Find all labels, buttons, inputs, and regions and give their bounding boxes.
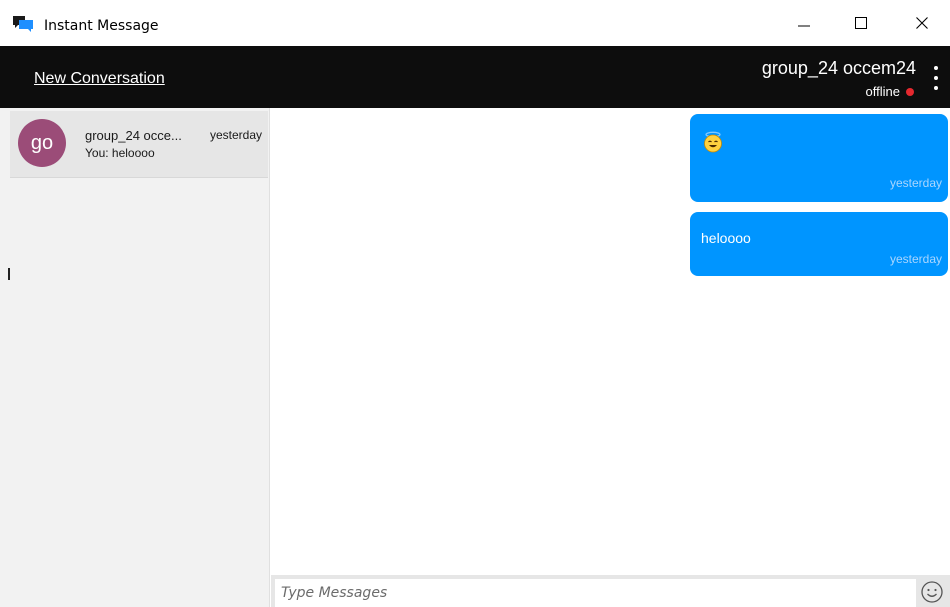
window-title: Instant Message bbox=[44, 18, 159, 34]
close-icon bbox=[916, 17, 928, 29]
contact-name: group_24 occem24 bbox=[761, 58, 916, 78]
close-button[interactable] bbox=[899, 0, 945, 46]
avatar: go bbox=[18, 119, 66, 167]
app-header: New Conversation group_24 occem24 offlin… bbox=[0, 46, 950, 108]
resize-handle[interactable] bbox=[8, 268, 10, 280]
minimize-button[interactable] bbox=[781, 0, 827, 46]
message-time: yesterday bbox=[889, 176, 942, 190]
emoji-button[interactable] bbox=[920, 580, 944, 604]
message-time: yesterday bbox=[889, 252, 942, 266]
message-bubble: yesterday bbox=[690, 114, 948, 202]
smiley-icon bbox=[921, 581, 943, 603]
status-dot bbox=[906, 87, 914, 96]
conversation-time: yesterday bbox=[209, 128, 262, 142]
conversation-item[interactable]: go group_24 occe... yesterday You: heloo… bbox=[10, 111, 268, 178]
maximize-button[interactable] bbox=[838, 0, 884, 46]
title-bar: Instant Message bbox=[0, 0, 950, 46]
conversation-preview: You: heloooo bbox=[85, 146, 155, 160]
status-text: offline bbox=[865, 84, 900, 99]
message-input[interactable] bbox=[275, 579, 916, 607]
message-text: heloooo bbox=[701, 230, 751, 246]
smiling-face-with-halo-icon bbox=[702, 131, 724, 153]
minimize-icon bbox=[798, 25, 810, 27]
conversation-name: group_24 occe... bbox=[85, 128, 182, 143]
contact-status: offline bbox=[866, 84, 914, 99]
message-area: yesterday heloooo yesterday bbox=[271, 108, 950, 575]
new-conversation-link[interactable]: New Conversation bbox=[34, 70, 165, 88]
composer-bar bbox=[271, 575, 950, 607]
more-options-button[interactable] bbox=[930, 66, 942, 90]
conversation-list: go group_24 occe... yesterday You: heloo… bbox=[0, 108, 270, 607]
message-bubble: heloooo yesterday bbox=[690, 212, 948, 276]
chat-bubbles-icon bbox=[12, 15, 34, 33]
more-vertical-icon bbox=[934, 66, 938, 70]
maximize-icon bbox=[855, 17, 867, 29]
